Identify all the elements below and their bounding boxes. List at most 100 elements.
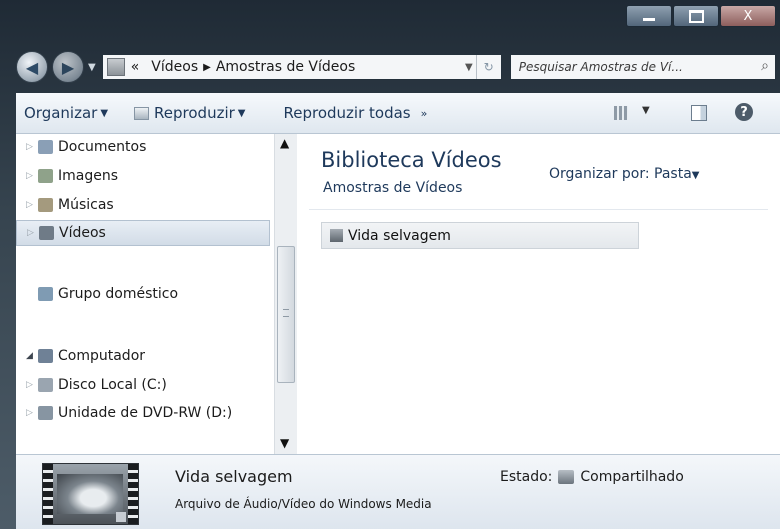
nav-item-label: Computador [58,348,146,364]
maximize-button[interactable] [673,5,719,27]
nav-item-dvd-drive[interactable]: ▷ Unidade de DVD-RW (D:) [16,402,232,424]
nav-item-label: Disco Local (C:) [58,377,167,393]
details-pane: Vida selvagem Arquivo de Áudio/Vídeo do … [16,454,780,529]
help-icon[interactable]: ? [735,103,753,121]
organize-label: Organizar [24,104,98,122]
nav-item-local-disk[interactable]: ▷ Disco Local (C:) [16,374,167,396]
computer-icon [38,349,53,363]
music-icon [38,198,53,212]
details-file-type: Arquivo de Áudio/Vídeo do Windows Media [175,497,432,511]
play-label: Reproduzir [154,104,235,122]
nav-item-label: Vídeos [59,225,106,241]
scroll-down-icon[interactable]: ▼ [280,436,289,450]
thumbnail-image [57,474,123,514]
dvd-drive-icon [38,406,53,420]
nav-item-computer[interactable]: ◢ Computador [16,345,145,367]
address-dropdown-icon[interactable]: ▼ [465,62,473,73]
expand-icon[interactable]: ▷ [26,380,36,390]
forward-arrow-icon: ▶ [61,57,75,77]
refresh-button[interactable]: ↻ [475,55,501,79]
grip-icon [283,309,289,317]
close-button[interactable]: X [720,5,776,27]
library-title: Biblioteca Vídeos [321,148,502,172]
expand-icon[interactable]: ▷ [26,408,36,418]
arrange-by-label: Organizar por: [549,166,650,182]
chevron-down-icon: ▼ [691,170,700,181]
details-title: Vida selvagem [175,467,293,486]
content-pane: Biblioteca Vídeos Amostras de Vídeos Org… [299,134,780,454]
more-commands-button[interactable]: » [421,93,428,133]
arrange-by-value: Pasta [654,166,692,182]
nav-item-label: Grupo doméstico [58,286,179,302]
play-all-label: Reproduzir todas [283,104,411,122]
preview-pane-icon[interactable] [691,105,707,121]
explorer-window: X ◀ ▶ ▼ « Vídeos ▶ Amostras de Vídeos ▼ … [0,0,780,529]
address-overflow[interactable]: « [131,59,140,75]
folder-item[interactable]: Vida selvagem [321,222,639,249]
nav-item-images[interactable]: ▷ Imagens [16,165,118,187]
back-button[interactable]: ◀ [16,51,48,83]
images-icon [38,169,53,183]
back-arrow-icon: ◀ [25,57,39,77]
breadcrumb-videos[interactable]: Vídeos [151,59,198,75]
state-label: Estado: [500,469,553,485]
scroll-up-icon[interactable]: ▲ [280,136,289,150]
nav-item-label: Documentos [58,139,147,155]
collapse-icon[interactable]: ◢ [26,351,36,361]
details-state: Estado: Compartilhado [500,469,684,485]
address-bar[interactable]: « Vídeos ▶ Amostras de Vídeos ▼ ↻ [101,54,502,80]
arrange-by: Organizar por: Pasta▼ [549,166,700,182]
navigation-row: ◀ ▶ ▼ « Vídeos ▶ Amostras de Vídeos ▼ ↻ … [16,50,776,84]
nav-item-music[interactable]: ▷ Músicas [16,194,114,216]
play-badge-icon [116,512,126,522]
search-input[interactable]: Pesquisar Amostras de Ví... ⌕ [509,54,776,80]
minimize-icon [643,17,655,21]
nav-scrollbar[interactable]: ▲ ▼ [274,134,297,454]
nav-item-label: Músicas [58,197,114,213]
videos-icon [39,226,54,240]
more-chevron-icon: » [420,106,428,120]
library-subtitle: Amostras de Vídeos [323,180,463,196]
nav-item-label: Imagens [58,168,119,184]
homegroup-icon [38,287,53,301]
forward-button[interactable]: ▶ [52,51,84,83]
nav-item-documents[interactable]: ▷ Documentos [16,136,146,158]
header-divider [309,209,768,210]
breadcrumb-sample-videos[interactable]: Amostras de Vídeos [216,59,355,75]
expand-icon[interactable]: ▷ [26,171,36,181]
play-button[interactable]: Reproduzir ▼ [134,93,246,133]
view-options-dropdown[interactable]: ▼ [642,105,650,116]
local-disk-icon [38,378,53,392]
play-icon [134,106,150,120]
caption-buttons: X [626,5,776,27]
search-icon[interactable]: ⌕ [761,58,769,74]
nav-item-homegroup[interactable]: Grupo doméstico [16,283,178,305]
navigation-pane: ▷ Documentos ▷ Imagens ▷ Músicas ▷ Vídeo… [16,134,298,454]
breadcrumb-separator[interactable]: ▶ [203,62,211,73]
scroll-thumb[interactable] [277,246,295,383]
play-all-button[interactable]: Reproduzir todas [284,93,411,133]
close-icon: X [743,8,753,24]
chevron-down-icon: ▼ [100,107,109,119]
maximize-icon [688,9,704,23]
minimize-button[interactable] [626,5,672,27]
refresh-icon: ↻ [483,60,494,74]
expand-icon[interactable]: ▷ [26,142,36,152]
video-thumbnail [42,463,139,525]
library-icon [106,58,125,76]
nav-item-videos[interactable]: ▷ Vídeos [16,220,270,246]
folder-icon [330,229,343,242]
expand-icon[interactable]: ▷ [26,200,36,210]
expand-icon[interactable]: ▷ [27,228,37,238]
change-view-icon[interactable] [614,106,628,120]
organize-button[interactable]: Organizar ▼ [24,93,108,133]
arrange-by-dropdown[interactable]: Pasta▼ [654,166,699,182]
chevron-down-icon: ▼ [237,107,246,119]
documents-icon [38,140,53,154]
nav-item-label: Unidade de DVD-RW (D:) [58,405,233,421]
explorer-body: Organizar ▼ Reproduzir ▼ Reproduzir todas … [16,93,780,529]
search-placeholder: Pesquisar Amostras de Ví... [518,60,683,74]
film-strip-icon [128,464,138,524]
film-strip-icon [43,464,53,524]
recent-pages-dropdown[interactable]: ▼ [88,62,96,73]
